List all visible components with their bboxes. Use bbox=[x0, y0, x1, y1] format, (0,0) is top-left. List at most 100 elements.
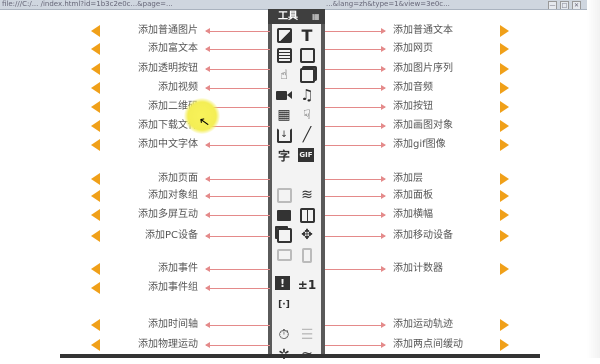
tool-panel-header[interactable]: 工具 ▦ bbox=[268, 9, 325, 24]
brush-icon[interactable]: ╱ bbox=[298, 126, 316, 144]
left-tool-label: 添加事件 bbox=[158, 263, 198, 274]
right-tool-label: 添加横幅 bbox=[393, 209, 433, 220]
left-tool-label: 添加二维码 bbox=[148, 101, 198, 112]
right-triangle-icon[interactable] bbox=[500, 120, 509, 132]
video-icon[interactable] bbox=[275, 86, 293, 104]
url-text-right[interactable]: ...&lang=zh&type=1&view=3e0c... bbox=[326, 0, 536, 9]
button-icon[interactable]: ☟ bbox=[298, 106, 316, 124]
counter-icon[interactable]: ±1 bbox=[298, 276, 316, 294]
right-tool-label: 添加面板 bbox=[393, 190, 433, 201]
maximize-button[interactable]: □ bbox=[560, 1, 569, 9]
left-arrow bbox=[205, 66, 270, 72]
image-icon[interactable] bbox=[275, 26, 293, 44]
minimize-button[interactable]: — bbox=[548, 1, 557, 9]
right-arrow bbox=[325, 46, 386, 52]
left-arrow bbox=[205, 176, 270, 182]
pc-device-icon[interactable] bbox=[275, 246, 293, 264]
event-icon[interactable]: ! bbox=[275, 276, 290, 290]
right-tool-label: 添加图片序列 bbox=[393, 63, 453, 74]
right-tool-label: 添加gif图像 bbox=[393, 139, 446, 150]
chinese-font-icon[interactable]: 字 bbox=[275, 146, 293, 164]
right-arrow bbox=[325, 322, 386, 328]
right-arrow bbox=[325, 233, 386, 239]
left-arrow bbox=[205, 193, 270, 199]
right-arrow bbox=[325, 142, 386, 148]
right-triangle-icon[interactable] bbox=[500, 190, 509, 202]
left-triangle-icon[interactable] bbox=[91, 339, 100, 351]
right-tool-label: 添加层 bbox=[393, 173, 423, 184]
left-triangle-icon[interactable] bbox=[91, 190, 100, 202]
right-triangle-icon[interactable] bbox=[500, 173, 509, 185]
left-arrow bbox=[205, 342, 270, 348]
right-triangle-icon[interactable] bbox=[500, 82, 509, 94]
event-group-icon[interactable]: [·] bbox=[275, 296, 293, 314]
left-tool-label: 添加透明按钮 bbox=[138, 63, 198, 74]
layers-icon[interactable]: ≋ bbox=[298, 186, 316, 204]
left-tool-label: 添加下载文件 bbox=[138, 120, 198, 131]
download-icon[interactable]: ↓ bbox=[275, 126, 293, 144]
grid-icon[interactable]: ▦ bbox=[312, 12, 321, 21]
right-triangle-icon[interactable] bbox=[500, 209, 509, 221]
left-triangle-icon[interactable] bbox=[91, 209, 100, 221]
left-arrow bbox=[205, 46, 270, 52]
richtext-icon[interactable] bbox=[275, 46, 293, 64]
left-tool-label: 添加PC设备 bbox=[144, 230, 198, 241]
multiscreen-icon[interactable] bbox=[275, 226, 293, 244]
right-triangle-icon[interactable] bbox=[500, 139, 509, 151]
folder-icon[interactable] bbox=[275, 206, 293, 224]
page-icon[interactable] bbox=[275, 186, 293, 204]
video-control-bar[interactable] bbox=[60, 354, 540, 358]
right-tool-label: 添加计数器 bbox=[393, 263, 443, 274]
right-triangle-icon[interactable] bbox=[500, 263, 509, 275]
banner-icon[interactable]: ✥ bbox=[298, 226, 316, 244]
text-icon[interactable]: T bbox=[298, 26, 316, 45]
mouse-pointer-icon: ↖ bbox=[197, 114, 212, 131]
left-tool-label: 添加多屏互动 bbox=[138, 209, 198, 220]
right-arrow bbox=[325, 193, 386, 199]
left-triangle-icon[interactable] bbox=[91, 43, 100, 55]
url-text-left[interactable]: file:///C:/... /index.html?id=1b3c2e0c..… bbox=[2, 0, 252, 9]
right-arrow bbox=[325, 28, 386, 34]
left-triangle-icon[interactable] bbox=[91, 63, 100, 75]
right-triangle-icon[interactable] bbox=[500, 25, 509, 37]
right-tool-label: 添加音频 bbox=[393, 82, 433, 93]
left-tool-label: 添加对象组 bbox=[148, 190, 198, 201]
left-triangle-icon[interactable] bbox=[91, 173, 100, 185]
right-triangle-icon[interactable] bbox=[500, 63, 509, 75]
touch-icon[interactable]: ☝ bbox=[275, 66, 293, 84]
left-triangle-icon[interactable] bbox=[91, 25, 100, 37]
left-triangle-icon[interactable] bbox=[91, 139, 100, 151]
right-tool-label: 添加按钮 bbox=[393, 101, 433, 112]
right-tool-label: 添加移动设备 bbox=[393, 230, 453, 241]
qrcode-icon[interactable]: ▦ bbox=[275, 106, 293, 124]
left-arrow bbox=[205, 285, 270, 291]
right-triangle-icon[interactable] bbox=[500, 319, 509, 331]
left-triangle-icon[interactable] bbox=[91, 319, 100, 331]
right-triangle-icon[interactable] bbox=[500, 101, 509, 113]
left-triangle-icon[interactable] bbox=[91, 282, 100, 294]
left-triangle-icon[interactable] bbox=[91, 101, 100, 113]
left-tool-label: 添加普通图片 bbox=[138, 25, 198, 36]
audio-icon[interactable]: ♫ bbox=[298, 86, 316, 104]
left-arrow bbox=[205, 322, 270, 328]
gif-icon[interactable]: GIF bbox=[298, 148, 314, 162]
left-arrow bbox=[205, 85, 270, 91]
motion-path-icon[interactable]: ☰ bbox=[298, 326, 316, 344]
right-triangle-icon[interactable] bbox=[500, 339, 509, 351]
mobile-device-icon[interactable] bbox=[298, 246, 316, 264]
close-button[interactable]: ✕ bbox=[572, 1, 581, 9]
left-triangle-icon[interactable] bbox=[91, 263, 100, 275]
left-triangle-icon[interactable] bbox=[91, 230, 100, 242]
timer-icon[interactable]: ⏱ bbox=[275, 326, 293, 344]
right-arrow bbox=[325, 104, 386, 110]
image-sequence-icon[interactable] bbox=[298, 66, 316, 84]
left-arrow bbox=[205, 28, 270, 34]
left-triangle-icon[interactable] bbox=[91, 82, 100, 94]
webpage-icon[interactable] bbox=[298, 46, 316, 64]
left-tool-label: 添加物理运动 bbox=[138, 339, 198, 350]
right-triangle-icon[interactable] bbox=[500, 43, 509, 55]
right-triangle-icon[interactable] bbox=[500, 230, 509, 242]
panel-icon[interactable] bbox=[298, 206, 316, 224]
tool-panel-title: 工具 bbox=[278, 11, 298, 22]
left-triangle-icon[interactable] bbox=[91, 120, 100, 132]
